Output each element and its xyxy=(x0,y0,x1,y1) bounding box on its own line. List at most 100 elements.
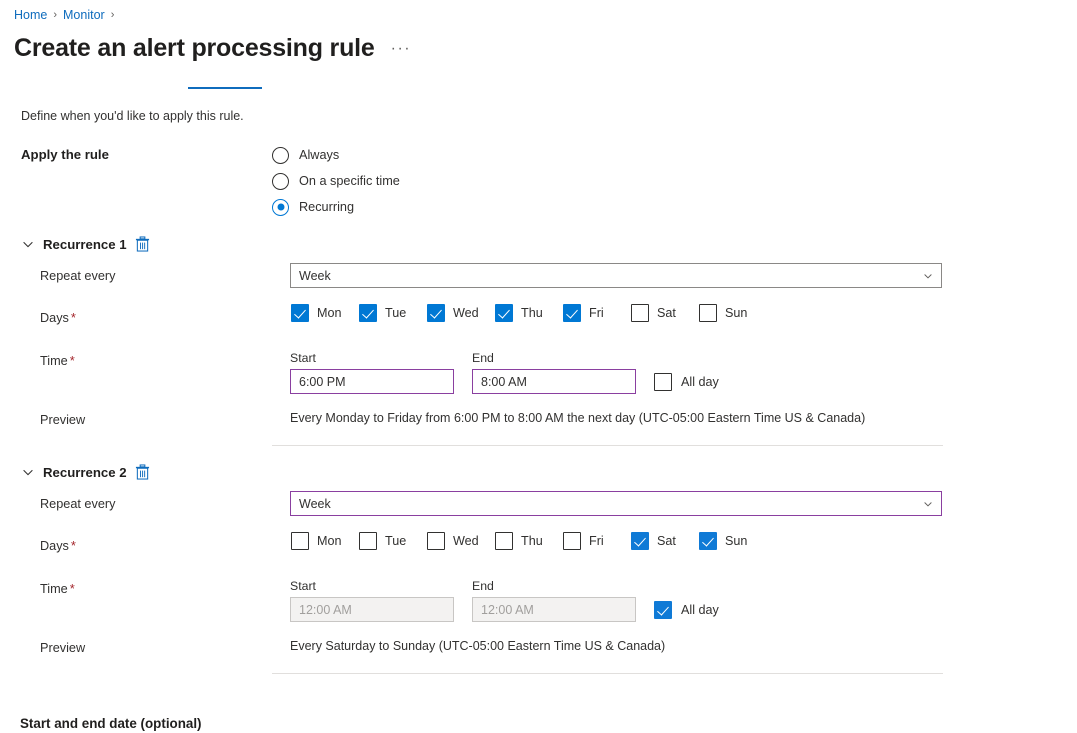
radio-option-on-a-specific-time[interactable]: On a specific time xyxy=(272,168,400,194)
radio-label-recurring: Recurring xyxy=(299,200,354,214)
day-label-fri-1: Fri xyxy=(589,306,604,320)
checkbox-icon-fri-1 xyxy=(563,304,581,322)
recurrence-2-header: Recurrence 2 xyxy=(21,464,150,480)
radio-icon-always xyxy=(272,147,289,164)
radio-label-on-a-specific-time: On a specific time xyxy=(299,174,400,188)
day-checkbox-wed-2[interactable]: Wed xyxy=(427,532,495,550)
day-label-sat-2: Sat xyxy=(657,534,676,548)
required-marker: * xyxy=(70,353,75,368)
checkbox-icon-tue-2 xyxy=(359,532,377,550)
radio-option-recurring[interactable]: Recurring xyxy=(272,194,400,220)
time-label-text-2: Time xyxy=(40,582,68,596)
end-time-field-wrap-2: End xyxy=(472,579,636,622)
trash-icon[interactable] xyxy=(135,464,150,480)
required-marker: * xyxy=(71,310,76,325)
repeat-every-dropdown-2[interactable]: Week xyxy=(290,491,942,516)
breadcrumb-separator-icon: › xyxy=(53,9,57,21)
checkbox-icon-mon-2 xyxy=(291,532,309,550)
days-label-2: Days* xyxy=(40,538,76,553)
preview-text-2: Every Saturday to Sunday (UTC-05:00 East… xyxy=(290,639,665,653)
apply-the-rule-label: Apply the rule xyxy=(21,147,109,162)
chevron-down-icon xyxy=(922,270,934,282)
recurrence-1-title: Recurrence 1 xyxy=(43,237,127,252)
day-label-fri-2: Fri xyxy=(589,534,604,548)
all-day-checkbox-1[interactable]: All day xyxy=(654,373,719,391)
day-checkbox-tue-1[interactable]: Tue xyxy=(359,304,427,322)
start-time-input-1[interactable] xyxy=(290,369,454,394)
breadcrumb-item-monitor[interactable]: Monitor xyxy=(63,8,105,22)
day-label-sun-1: Sun xyxy=(725,306,747,320)
end-time-caption-2: End xyxy=(472,579,636,593)
more-options-icon[interactable]: ··· xyxy=(391,40,411,58)
checkbox-icon-mon-1 xyxy=(291,304,309,322)
day-label-thu-1: Thu xyxy=(521,306,543,320)
preview-label-2: Preview xyxy=(40,641,85,655)
checkbox-icon-wed-1 xyxy=(427,304,445,322)
day-label-tue-2: Tue xyxy=(385,534,406,548)
day-checkbox-sat-2[interactable]: Sat xyxy=(631,532,699,550)
time-label-1: Time* xyxy=(40,353,75,368)
tab-active-indicator xyxy=(188,87,262,89)
start-time-field-wrap-2: Start xyxy=(290,579,454,622)
trash-icon[interactable] xyxy=(135,236,150,252)
required-marker: * xyxy=(70,581,75,596)
day-checkbox-mon-2[interactable]: Mon xyxy=(291,532,359,550)
day-checkbox-tue-2[interactable]: Tue xyxy=(359,532,427,550)
radio-label-always: Always xyxy=(299,148,339,162)
breadcrumb-item-home[interactable]: Home xyxy=(14,8,47,22)
days-label-text-1: Days xyxy=(40,311,69,325)
day-checkbox-thu-2[interactable]: Thu xyxy=(495,532,563,550)
checkbox-icon-fri-2 xyxy=(563,532,581,550)
radio-option-always[interactable]: Always xyxy=(272,142,400,168)
checkbox-icon-sat-2 xyxy=(631,532,649,550)
day-checkbox-fri-1[interactable]: Fri xyxy=(563,304,631,322)
day-checkbox-fri-2[interactable]: Fri xyxy=(563,532,631,550)
days-label-1: Days* xyxy=(40,310,76,325)
day-label-tue-1: Tue xyxy=(385,306,406,320)
title-row: Create an alert processing rule ··· xyxy=(14,32,411,64)
apply-the-rule-radio-group: Always On a specific time Recurring xyxy=(272,142,400,220)
day-checkbox-wed-1[interactable]: Wed xyxy=(427,304,495,322)
day-checkbox-thu-1[interactable]: Thu xyxy=(495,304,563,322)
end-time-input-2 xyxy=(472,597,636,622)
end-time-input-1[interactable] xyxy=(472,369,636,394)
checkbox-icon-thu-1 xyxy=(495,304,513,322)
day-label-sun-2: Sun xyxy=(725,534,747,548)
day-label-wed-2: Wed xyxy=(453,534,479,548)
repeat-every-value-2: Week xyxy=(299,497,331,511)
start-time-caption-1: Start xyxy=(290,351,454,365)
divider-2 xyxy=(272,673,943,674)
repeat-every-value-1: Week xyxy=(299,269,331,283)
days-label-text-2: Days xyxy=(40,539,69,553)
repeat-every-label-1: Repeat every xyxy=(40,269,115,283)
radio-icon-on-a-specific-time xyxy=(272,173,289,190)
preview-label-1: Preview xyxy=(40,413,85,427)
day-checkbox-sun-1[interactable]: Sun xyxy=(699,304,767,322)
start-and-end-date-heading: Start and end date (optional) xyxy=(20,716,202,731)
all-day-label-2: All day xyxy=(681,603,719,617)
day-label-sat-1: Sat xyxy=(657,306,676,320)
day-checkbox-sun-2[interactable]: Sun xyxy=(699,532,767,550)
day-label-mon-2: Mon xyxy=(317,534,342,548)
day-checkbox-mon-1[interactable]: Mon xyxy=(291,304,359,322)
checkbox-icon-wed-2 xyxy=(427,532,445,550)
start-time-caption-2: Start xyxy=(290,579,454,593)
chevron-down-icon[interactable] xyxy=(21,237,35,251)
days-checkbox-group-2: Mon Tue Wed Thu Fri Sat Sun xyxy=(291,532,767,550)
start-time-input-2 xyxy=(290,597,454,622)
all-day-checkbox-2[interactable]: All day xyxy=(654,601,719,619)
checkbox-icon-all-day-1 xyxy=(654,373,672,391)
day-checkbox-sat-1[interactable]: Sat xyxy=(631,304,699,322)
preview-text-1: Every Monday to Friday from 6:00 PM to 8… xyxy=(290,411,865,425)
checkbox-icon-thu-2 xyxy=(495,532,513,550)
time-label-text-1: Time xyxy=(40,354,68,368)
chevron-down-icon[interactable] xyxy=(21,465,35,479)
day-label-mon-1: Mon xyxy=(317,306,342,320)
breadcrumb: Home › Monitor › xyxy=(14,8,114,22)
repeat-every-dropdown-1[interactable]: Week xyxy=(290,263,942,288)
time-label-2: Time* xyxy=(40,581,75,596)
checkbox-icon-sun-1 xyxy=(699,304,717,322)
page-title: Create an alert processing rule xyxy=(14,32,375,64)
recurrence-2-title: Recurrence 2 xyxy=(43,465,127,480)
all-day-label-1: All day xyxy=(681,375,719,389)
